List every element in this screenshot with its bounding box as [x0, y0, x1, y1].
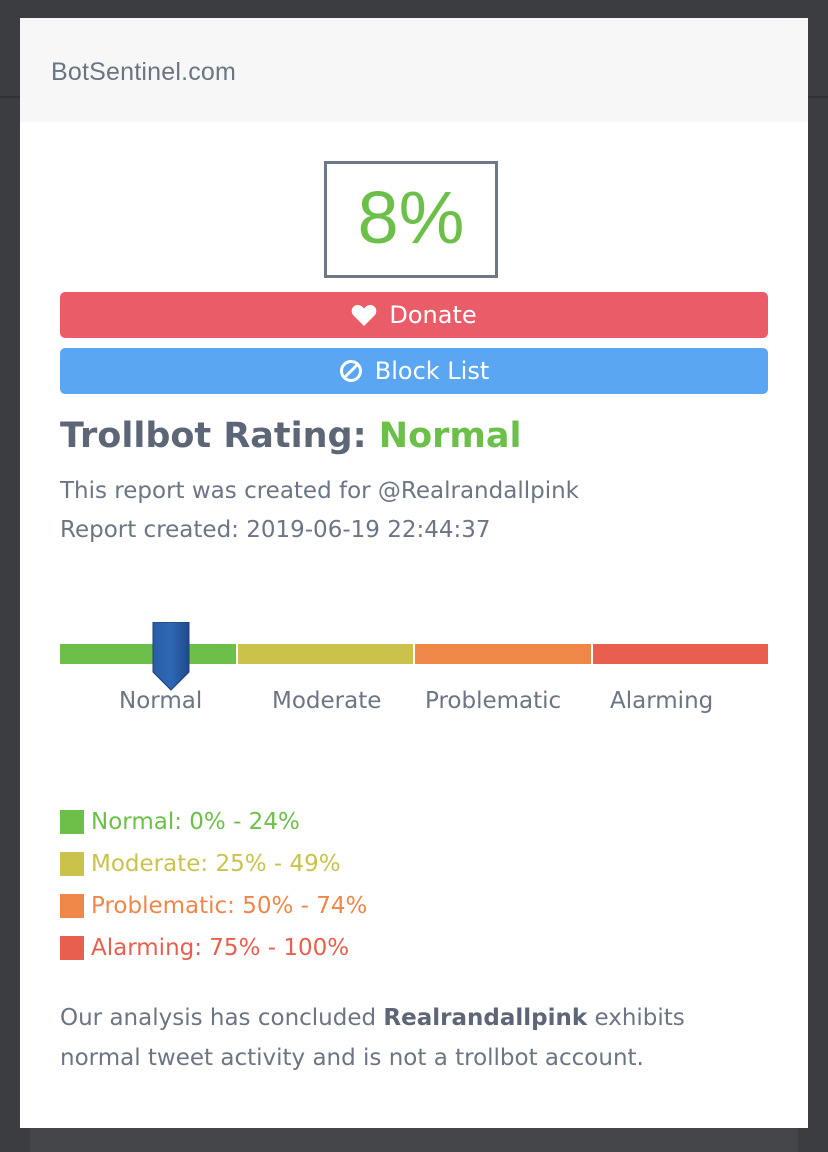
scale-segment-problematic: [415, 644, 591, 664]
heart-icon: [351, 304, 377, 327]
legend-item: Moderate: 25% - 49%: [60, 843, 367, 885]
conclusion-text: Our analysis has concluded Realrandallpi…: [60, 998, 760, 1078]
rating-legend: Normal: 0% - 24% Moderate: 25% - 49% Pro…: [60, 801, 367, 969]
scale-segment-moderate: [238, 644, 413, 664]
conclusion-before: Our analysis has concluded: [60, 1005, 384, 1031]
report-card: BotSentinel.com 8% Donate Block List Tro…: [20, 18, 808, 1128]
legend-label: Problematic: 50% - 74%: [91, 893, 368, 919]
donate-label: Donate: [389, 301, 477, 329]
score-box: 8%: [324, 161, 498, 278]
block-list-label: Block List: [374, 357, 490, 385]
site-title[interactable]: BotSentinel.com: [51, 58, 236, 87]
legend-item: Alarming: 75% - 100%: [60, 927, 367, 969]
report-created-text: Report created: 2019-06-19 22:44:37: [60, 517, 491, 543]
card-header: BotSentinel.com: [20, 18, 808, 122]
scale-label-problematic: Problematic: [425, 688, 562, 714]
report-for-text: This report was created for @Realrandall…: [60, 478, 579, 504]
scale-label-normal: Normal: [119, 688, 203, 714]
scale-segment-normal: [60, 644, 236, 664]
block-icon: [339, 359, 363, 383]
scale-label-moderate: Moderate: [272, 688, 382, 714]
score-value: 8%: [357, 176, 465, 259]
rating-prefix: Trollbot Rating:: [60, 416, 367, 456]
legend-swatch: [60, 852, 84, 876]
marker-pointer-icon: [152, 621, 190, 692]
block-list-button[interactable]: Block List: [60, 348, 768, 394]
legend-item: Normal: 0% - 24%: [60, 801, 367, 843]
legend-swatch: [60, 936, 84, 960]
trollbot-rating-heading: Trollbot Rating: Normal: [60, 416, 521, 456]
donate-button[interactable]: Donate: [60, 292, 768, 338]
conclusion-account: Realrandallpink: [383, 1005, 588, 1031]
legend-label: Moderate: 25% - 49%: [91, 851, 341, 877]
legend-swatch: [60, 894, 84, 918]
legend-swatch: [60, 810, 84, 834]
rating-value: Normal: [378, 416, 522, 456]
scale-segment-alarming: [593, 644, 768, 664]
scale-label-alarming: Alarming: [610, 688, 714, 714]
legend-item: Problematic: 50% - 74%: [60, 885, 367, 927]
rating-scale: [60, 621, 768, 691]
legend-label: Alarming: 75% - 100%: [91, 935, 350, 961]
legend-label: Normal: 0% - 24%: [91, 809, 300, 835]
